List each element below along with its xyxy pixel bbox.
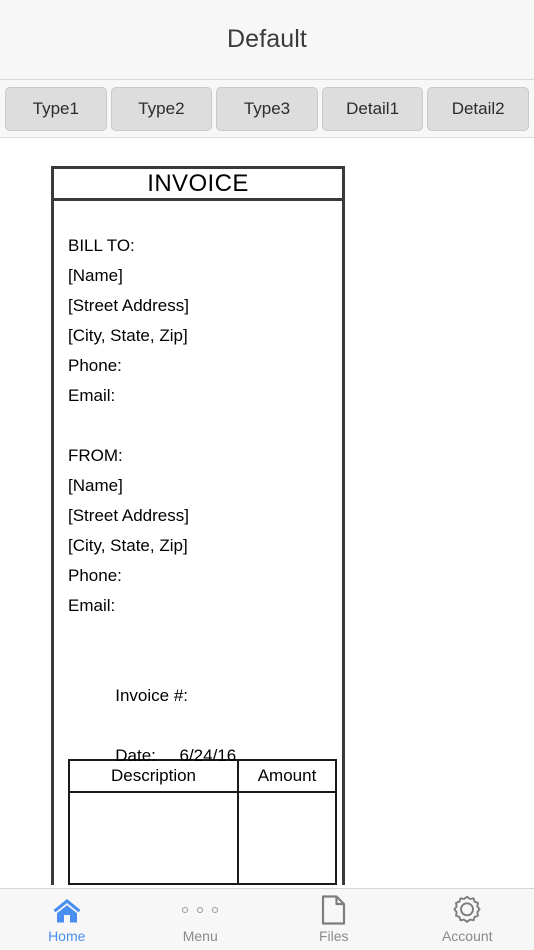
bottom-tab-bar: Home Menu Files Account bbox=[0, 888, 534, 950]
from-city-state-zip[interactable]: [City, State, Zip] bbox=[68, 531, 342, 561]
cell-amount[interactable] bbox=[237, 791, 337, 885]
from-email[interactable]: Email: bbox=[68, 591, 342, 621]
tab-type2[interactable]: Type2 bbox=[110, 86, 213, 131]
tab-detail2[interactable]: Detail2 bbox=[427, 86, 529, 131]
tabbar-label-account: Account bbox=[441, 928, 493, 944]
type-tab-strip: Type1 Type2 Type3 Detail1 Detail2 bbox=[0, 80, 534, 138]
tabbar-item-home[interactable]: Home bbox=[0, 889, 134, 950]
cell-description[interactable] bbox=[68, 791, 239, 885]
table-row[interactable] bbox=[68, 791, 337, 885]
dot-3 bbox=[212, 907, 219, 913]
invoice-date-value[interactable]: 6/24/16 bbox=[180, 746, 237, 765]
home-icon bbox=[52, 895, 82, 925]
dots-icon bbox=[182, 895, 219, 925]
invoice-document: INVOICE BILL TO: [Name] [Street Address]… bbox=[51, 166, 345, 885]
tabbar-item-files[interactable]: Files bbox=[267, 889, 401, 950]
bill-to-street[interactable]: [Street Address] bbox=[68, 291, 342, 321]
from-label: FROM: bbox=[68, 446, 123, 465]
tabbar-label-menu: Menu bbox=[182, 928, 218, 944]
page-title: Default bbox=[227, 25, 307, 53]
invoice-body: BILL TO: [Name] [Street Address] [City, … bbox=[54, 201, 342, 765]
dot-1 bbox=[182, 907, 189, 913]
tabbar-label-home: Home bbox=[48, 928, 86, 944]
gear-icon bbox=[452, 895, 482, 925]
document-scroll-area[interactable]: INVOICE BILL TO: [Name] [Street Address]… bbox=[0, 138, 534, 888]
column-header-amount: Amount bbox=[237, 759, 337, 793]
line-items-table: Description Amount bbox=[68, 759, 337, 885]
dot-2 bbox=[197, 907, 204, 913]
from-street[interactable]: [Street Address] bbox=[68, 501, 342, 531]
invoice-title: INVOICE bbox=[54, 169, 342, 201]
bill-to-city-state-zip[interactable]: [City, State, Zip] bbox=[68, 321, 342, 351]
tab-detail1[interactable]: Detail1 bbox=[321, 86, 424, 131]
app-root: Default Type1 Type2 Type3 Detail1 Detail… bbox=[0, 0, 534, 950]
bill-to-name[interactable]: [Name] bbox=[68, 261, 342, 291]
bill-to-email[interactable]: Email: bbox=[68, 381, 342, 411]
bill-to-label: BILL TO: bbox=[68, 236, 135, 255]
tabbar-item-menu[interactable]: Menu bbox=[134, 889, 268, 950]
section-spacer-2 bbox=[68, 621, 342, 651]
tabbar-item-account[interactable]: Account bbox=[401, 889, 534, 950]
invoice-date-label: Date: bbox=[115, 746, 156, 765]
navigation-bar: Default bbox=[0, 0, 534, 80]
tab-type3[interactable]: Type3 bbox=[216, 86, 318, 131]
tabbar-label-files: Files bbox=[318, 928, 349, 944]
file-icon bbox=[321, 895, 346, 925]
from-name[interactable]: [Name] bbox=[68, 471, 342, 501]
bill-to-phone[interactable]: Phone: bbox=[68, 351, 342, 381]
from-phone[interactable]: Phone: bbox=[68, 561, 342, 591]
tab-type1[interactable]: Type1 bbox=[5, 86, 107, 131]
invoice-number-label: Invoice #: bbox=[115, 686, 188, 705]
invoice-number-row[interactable]: Invoice #: bbox=[68, 651, 342, 705]
